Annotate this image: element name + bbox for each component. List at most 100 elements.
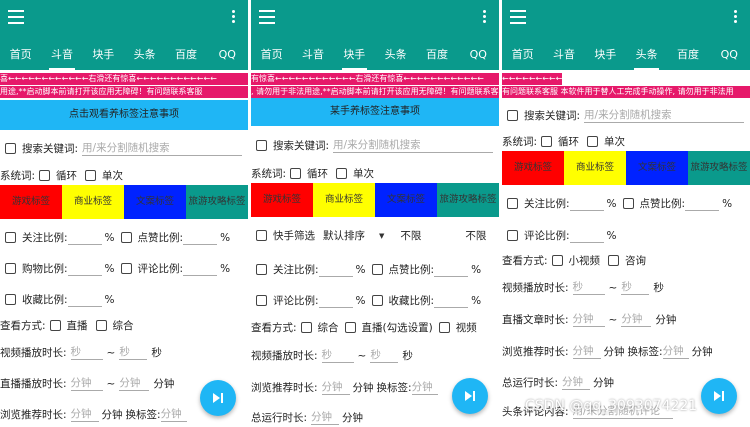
loop-checkbox[interactable] [290,168,302,179]
start-fab[interactable] [452,378,488,414]
chevron-down-icon[interactable]: ▼ [379,232,384,240]
comment-input[interactable] [318,294,353,308]
switch-tag-input[interactable]: 分钟 [160,408,187,422]
tab-toutiao[interactable]: 头条 [375,44,416,70]
tab-home[interactable]: 首页 [0,44,41,70]
news-checkbox[interactable] [608,255,620,266]
switch-tag-input[interactable]: 分钟 [411,381,438,395]
article-max-input[interactable]: 分钟 [621,313,652,327]
browse-input[interactable]: 分钟 [321,381,350,395]
live-checkbox[interactable] [49,320,61,331]
collect-input[interactable] [67,293,102,307]
follow-input[interactable] [67,231,102,245]
video-checkbox[interactable] [438,322,450,333]
video-max-input[interactable]: 秒 [370,349,399,363]
comment-checkbox[interactable] [507,230,518,241]
search-input[interactable]: 用/来分割随机搜索 [584,109,745,123]
search-checkbox[interactable] [5,143,16,154]
video-min-input[interactable]: 秒 [321,349,354,363]
like-checkbox[interactable] [120,232,132,243]
tag-travel-button[interactable]: 旅游攻略标签 [186,185,248,219]
browse-input[interactable]: 分钟 [70,408,99,422]
live-min-input[interactable]: 分钟 [70,377,103,391]
like-input[interactable] [434,263,469,277]
tab-qq[interactable]: QQ [709,44,750,70]
short-video-checkbox[interactable] [551,255,563,266]
total-input[interactable]: 分钟 [311,411,340,425]
tag-business-button[interactable]: 商业标签 [62,185,124,219]
collect-input[interactable] [434,294,469,308]
more-vert-icon[interactable] [232,10,236,26]
filter-dropdown-2[interactable]: 不限 [465,228,486,243]
tag-game-button[interactable]: 游戏标签 [0,185,62,219]
tag-travel-button[interactable]: 旅游攻略标签 [688,151,750,185]
live-checkbox[interactable] [344,322,356,333]
single-checkbox[interactable] [85,170,97,181]
search-checkbox[interactable] [507,110,518,121]
tab-home[interactable]: 首页 [251,44,292,70]
menu-icon[interactable] [8,10,24,24]
total-input[interactable]: 分钟 [562,376,591,390]
start-fab[interactable] [200,380,236,416]
browse-input[interactable]: 分钟 [572,345,601,359]
search-checkbox[interactable] [256,140,267,151]
video-max-input[interactable]: 秒 [621,281,650,295]
comment-checkbox[interactable] [256,295,267,306]
tag-copywriting-button[interactable]: 文案标签 [626,151,688,185]
comment-checkbox[interactable] [120,263,132,274]
menu-icon[interactable] [510,10,526,24]
tab-qq[interactable]: QQ [458,44,499,70]
search-input[interactable]: 用/来分割随机搜索 [333,139,494,153]
tab-kuaishou[interactable]: 块手 [585,44,626,70]
tab-baidu[interactable]: 百度 [165,44,206,70]
search-input[interactable]: 用/来分割随机搜索 [82,142,243,156]
like-input[interactable] [685,197,720,211]
follow-input[interactable] [318,263,353,277]
tab-baidu[interactable]: 百度 [416,44,457,70]
tag-copywriting-button[interactable]: 文案标签 [375,183,437,217]
loop-checkbox[interactable] [39,170,51,181]
tag-copywriting-button[interactable]: 文案标签 [124,185,186,219]
tab-qq[interactable]: QQ [207,44,248,70]
follow-input[interactable] [569,197,604,211]
cart-checkbox[interactable] [5,263,16,274]
comment-input[interactable] [569,229,604,243]
cart-input[interactable] [67,262,102,276]
menu-icon[interactable] [259,10,275,24]
video-max-input[interactable]: 秒 [119,346,148,360]
tag-game-button[interactable]: 游戏标签 [251,183,313,217]
notice-button[interactable]: 某手养标签注意事项 [251,98,499,126]
start-fab[interactable] [701,378,737,414]
follow-checkbox[interactable] [256,264,267,275]
tag-travel-button[interactable]: 旅游攻略标签 [437,183,499,217]
tab-kuaishou[interactable]: 块手 [83,44,124,70]
mixed-checkbox[interactable] [95,320,107,331]
sort-dropdown[interactable]: 默认排序 [323,228,365,243]
switch-tag-input[interactable]: 分钟 [662,345,689,359]
notice-button[interactable]: 点击观看养标签注意事项 [0,100,248,130]
tab-kuaishou[interactable]: 块手 [334,44,375,70]
loop-checkbox[interactable] [541,136,553,147]
article-min-input[interactable]: 分钟 [572,313,605,327]
tab-douyin[interactable]: 斗音 [41,44,82,70]
follow-checkbox[interactable] [507,198,518,209]
collect-checkbox[interactable] [371,295,383,306]
tab-home[interactable]: 首页 [502,44,543,70]
collect-checkbox[interactable] [5,294,16,305]
tab-baidu[interactable]: 百度 [667,44,708,70]
more-vert-icon[interactable] [483,10,487,26]
filter-dropdown-1[interactable]: 不限 [400,228,421,243]
mixed-checkbox[interactable] [300,322,312,333]
like-input[interactable] [183,231,218,245]
video-min-input[interactable]: 秒 [572,281,605,295]
tag-game-button[interactable]: 游戏标签 [502,151,564,185]
follow-checkbox[interactable] [5,232,16,243]
live-max-input[interactable]: 分钟 [119,377,150,391]
more-vert-icon[interactable] [734,10,738,26]
tab-douyin[interactable]: 斗音 [292,44,333,70]
tag-business-button[interactable]: 商业标签 [313,183,375,217]
tab-toutiao[interactable]: 头条 [626,44,667,70]
tag-business-button[interactable]: 商业标签 [564,151,626,185]
video-min-input[interactable]: 秒 [70,346,103,360]
single-checkbox[interactable] [587,136,599,147]
